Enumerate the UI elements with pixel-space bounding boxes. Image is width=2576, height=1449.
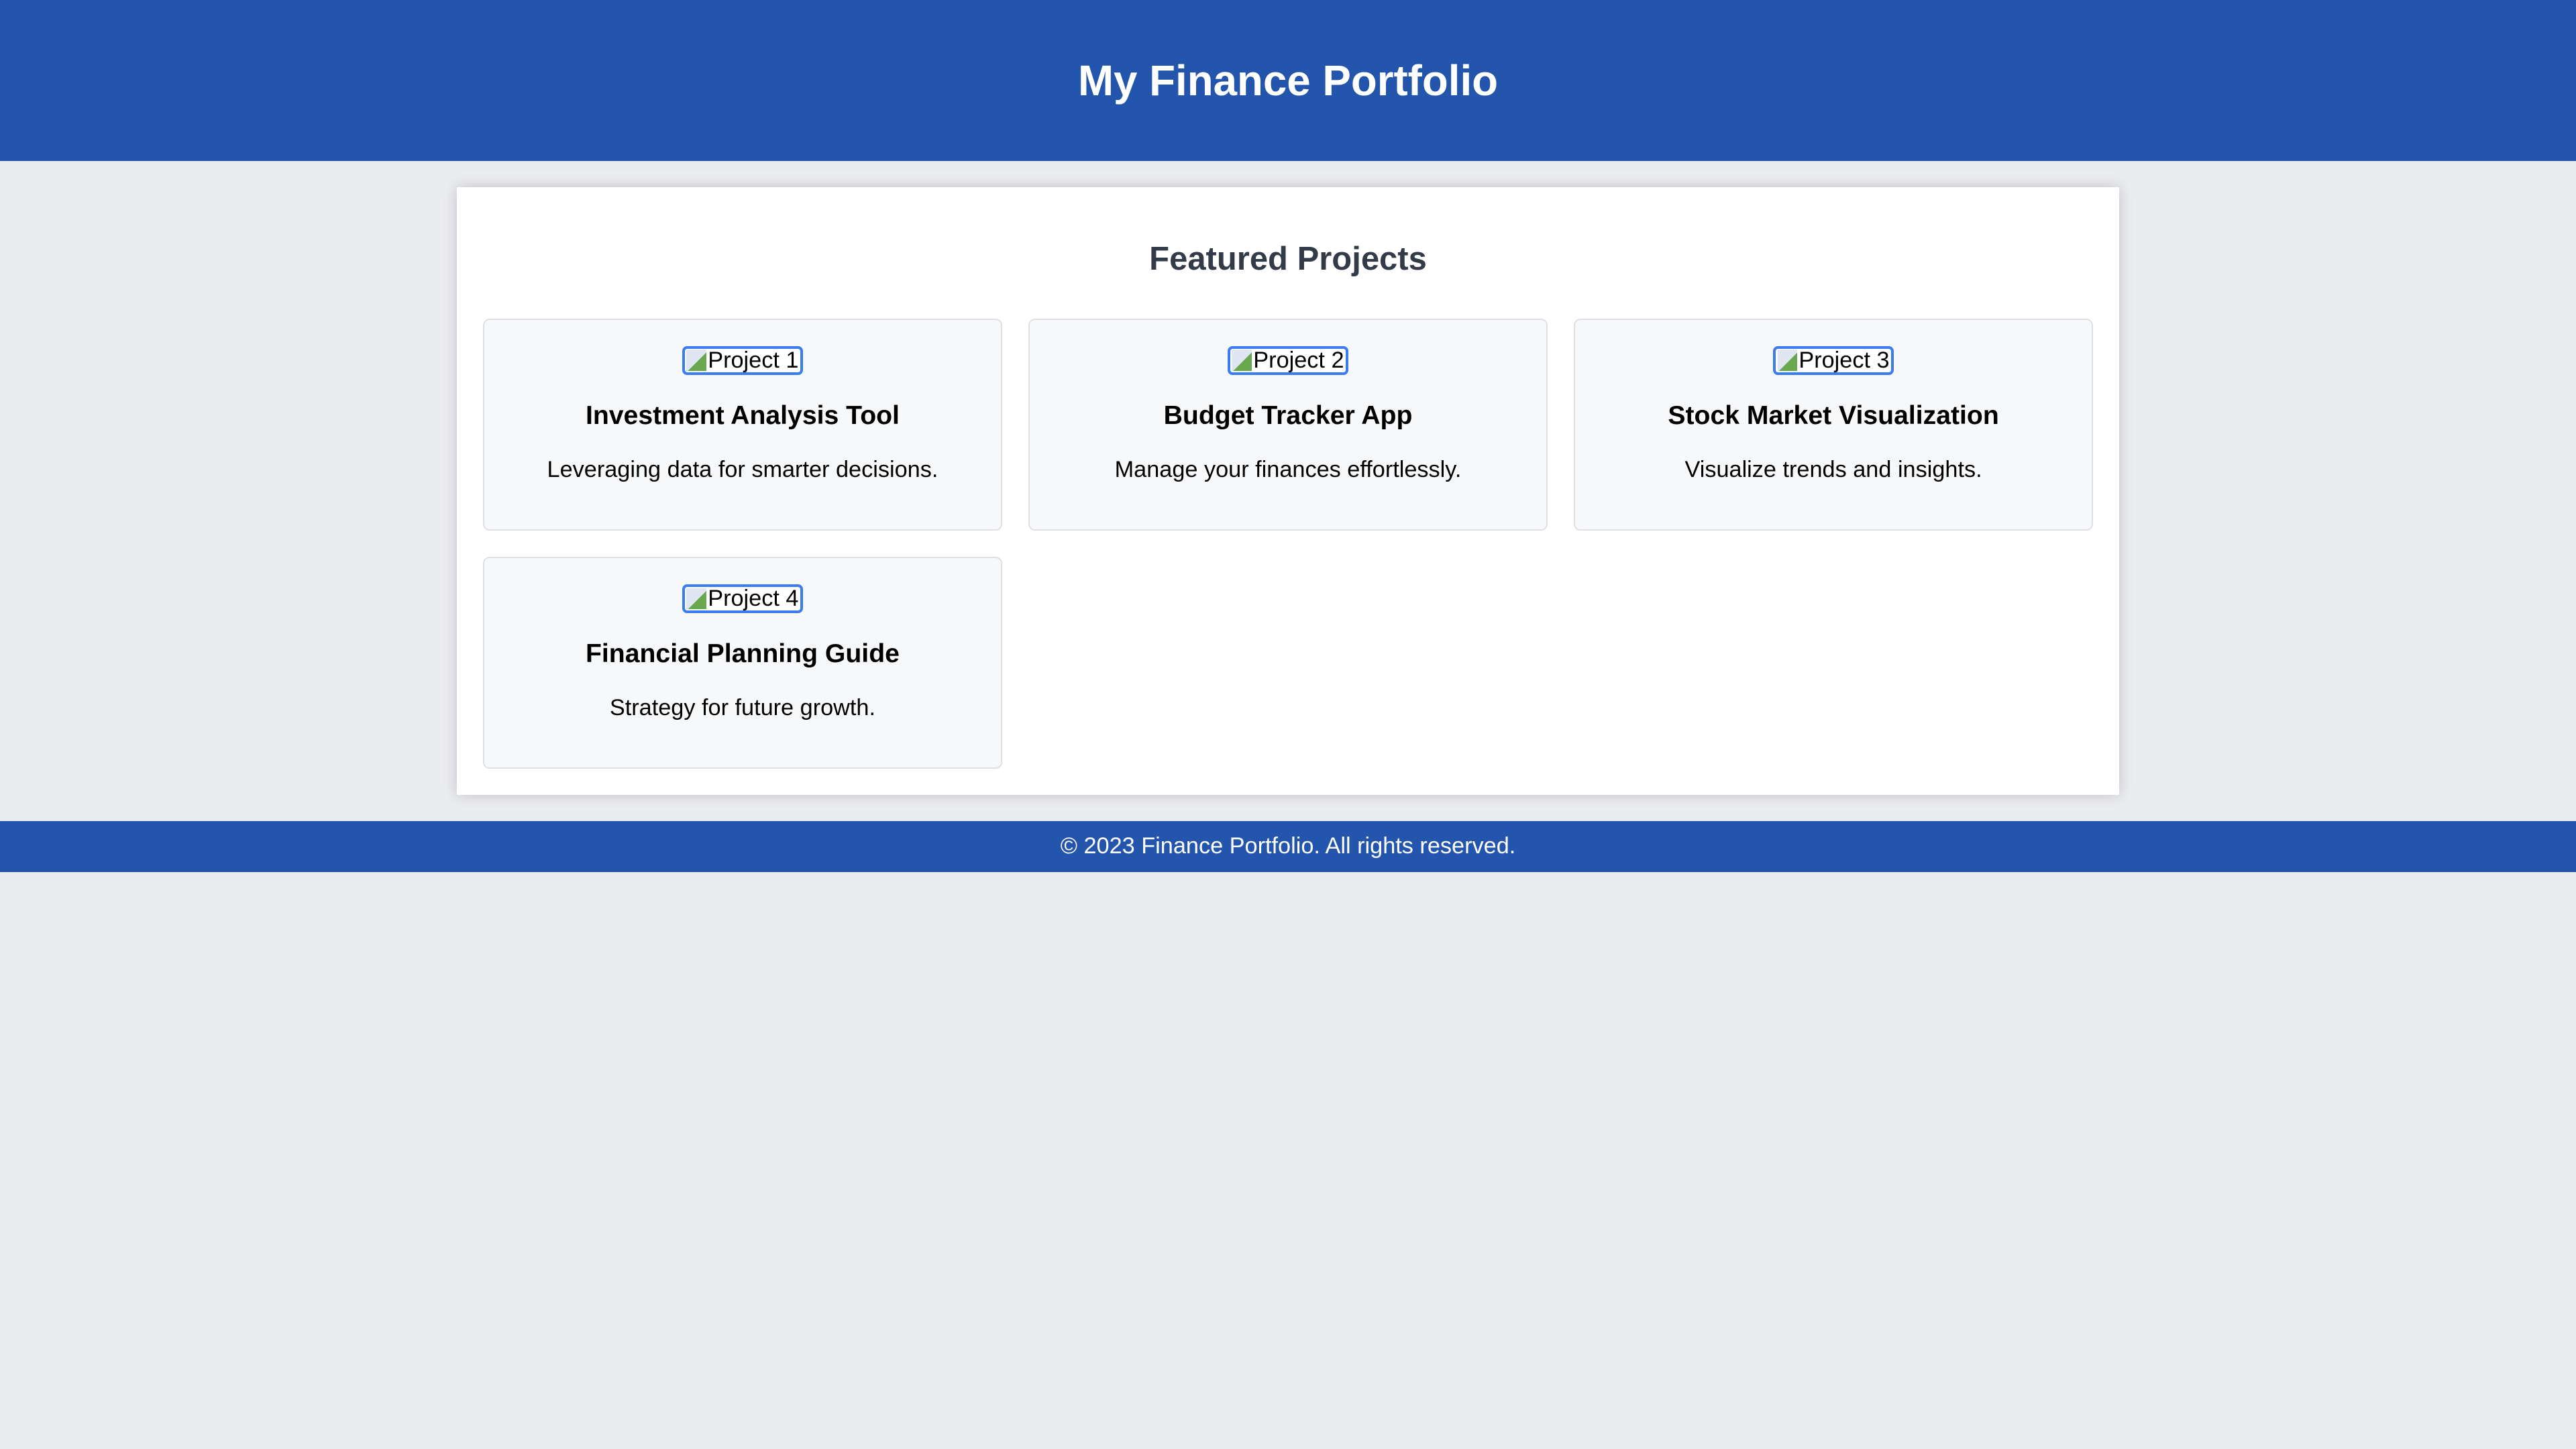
image-alt-text: Project 1 — [708, 347, 799, 374]
project-description: Visualize trends and insights. — [1684, 456, 1982, 482]
broken-image-icon — [1777, 350, 1797, 372]
projects-container: Featured Projects Project 1 Investment An… — [456, 187, 2120, 796]
project-image: Project 2 — [1228, 346, 1348, 375]
project-card[interactable]: Project 2 Budget Tracker App Manage your f… — [1028, 319, 1548, 531]
project-image: Project 1 — [682, 346, 803, 375]
image-alt-text: Project 3 — [1799, 347, 1890, 374]
broken-image-icon — [1232, 350, 1252, 372]
project-title: Investment Analysis Tool — [585, 400, 900, 430]
broken-image-icon — [686, 350, 706, 372]
project-title: Stock Market Visualization — [1668, 400, 1999, 430]
project-image: Project 3 — [1773, 346, 1894, 375]
project-image: Project 4 — [682, 584, 803, 613]
projects-grid: Project 1 Investment Analysis Tool Leverag… — [483, 319, 2094, 769]
project-description: Leveraging data for smarter decisions. — [547, 456, 938, 482]
project-title: Financial Planning Guide — [585, 639, 900, 668]
project-title: Budget Tracker App — [1163, 400, 1413, 430]
project-description: Strategy for future growth. — [609, 694, 876, 720]
image-alt-text: Project 4 — [708, 586, 799, 612]
project-description: Manage your finances effortlessly. — [1114, 456, 1462, 482]
site-title: My Finance Portfolio — [1078, 56, 1499, 105]
site-header: My Finance Portfolio — [0, 0, 2576, 161]
copyright-text: © 2023 Finance Portfolio. All rights res… — [1060, 833, 1516, 859]
section-title: Featured Projects — [1149, 241, 1427, 278]
image-alt-text: Project 2 — [1253, 347, 1344, 374]
broken-image-icon — [686, 588, 706, 610]
project-card[interactable]: Project 3 Stock Market Visualization Visua… — [1574, 319, 2094, 531]
project-card[interactable]: Project 1 Investment Analysis Tool Leverag… — [483, 319, 1002, 531]
site-footer: © 2023 Finance Portfolio. All rights res… — [0, 821, 2576, 873]
project-card[interactable]: Project 4 Financial Planning Guide Strateg… — [483, 557, 1002, 769]
